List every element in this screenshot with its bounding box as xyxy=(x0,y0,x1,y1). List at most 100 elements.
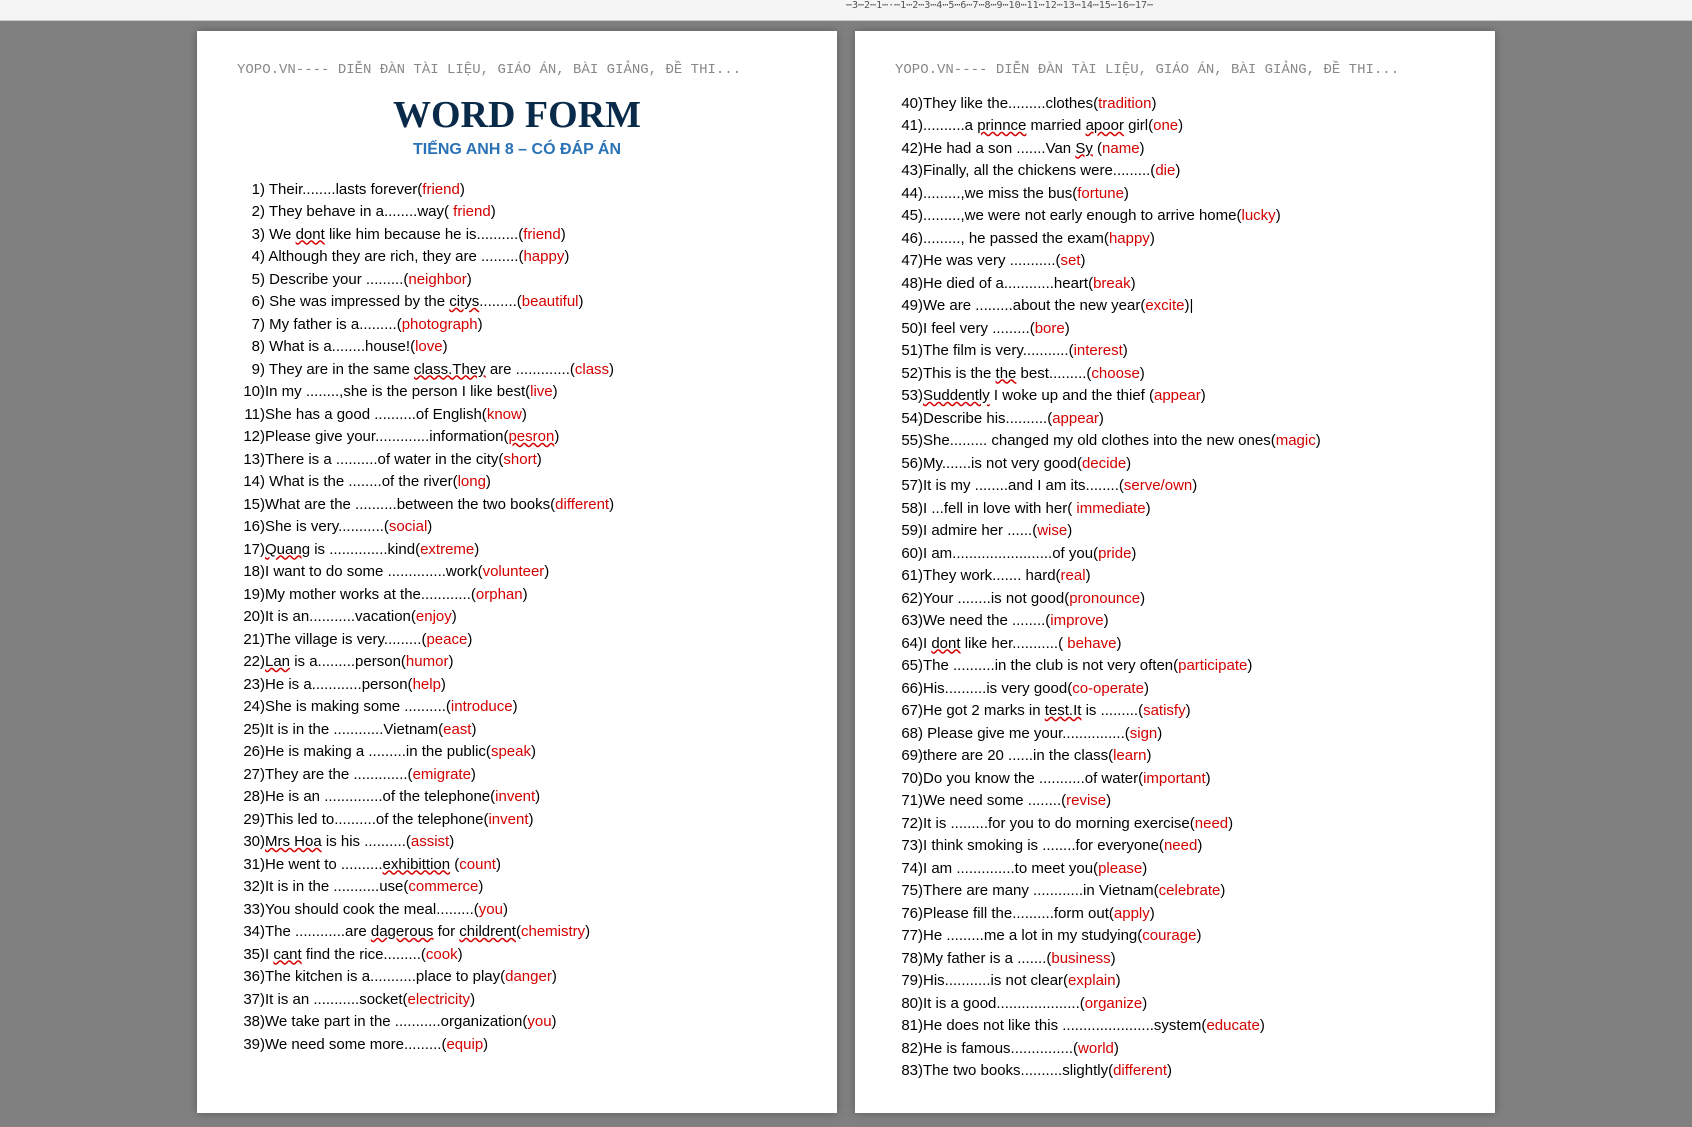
sentence-text: There are many ............in Vietnam( xyxy=(923,882,1159,899)
item-number: 38) xyxy=(237,1011,265,1034)
answer-word: count xyxy=(459,856,496,873)
answer-word: one xyxy=(1153,117,1178,134)
sentence-text: I think smoking is ........for everyone( xyxy=(923,837,1164,854)
exercise-row: 44).........,we miss the bus(fortune) xyxy=(895,183,1455,206)
exercise-row: 28)He is an ..............of the telepho… xyxy=(237,786,797,809)
answer-word: die xyxy=(1155,162,1175,179)
answer-word: learn xyxy=(1113,747,1146,764)
item-number: 52) xyxy=(895,363,923,386)
item-number: 56) xyxy=(895,453,923,476)
answer-word: chemistry xyxy=(521,923,585,940)
item-number: 46) xyxy=(895,228,923,251)
exercise-row: 24)She is making some ..........(introdu… xyxy=(237,696,797,719)
sentence-text: She is very...........( xyxy=(265,518,389,535)
sentence-text: She is making some ..........( xyxy=(265,698,451,715)
sentence-text: ) xyxy=(1316,432,1321,449)
item-number: 1) xyxy=(237,179,265,202)
exercise-row: 23)He is a............person(help) xyxy=(237,674,797,697)
exercise-row: 41)..........a prinnce married apoor gir… xyxy=(895,115,1455,138)
item-number: 71) xyxy=(895,790,923,813)
item-number: 83) xyxy=(895,1060,923,1083)
sentence-text: ) xyxy=(1081,252,1086,269)
spellcheck-word: Suddently xyxy=(923,387,990,404)
exercise-row: 83)The two books..........slightly(diffe… xyxy=(895,1060,1455,1083)
sentence-text: .........( xyxy=(479,293,522,310)
exercise-row: 7) My father is a.........(photograph) xyxy=(237,314,797,337)
answer-word: choose xyxy=(1091,365,1139,382)
exercise-row: 64)I dont like her...........( behave) xyxy=(895,633,1455,656)
sentence-text: They are the .............( xyxy=(265,766,413,783)
exercise-row: 16)She is very...........(social) xyxy=(237,516,797,539)
item-number: 51) xyxy=(895,340,923,363)
sentence-text: ..........a xyxy=(923,117,977,134)
sentence-text: It is in the ...........use( xyxy=(265,878,408,895)
exercise-row: 69)there are 20 ......in the class(learn… xyxy=(895,745,1455,768)
sentence-text: ) xyxy=(537,451,542,468)
exercise-row: 46)........., he passed the exam(happy) xyxy=(895,228,1455,251)
sentence-text: ) xyxy=(609,496,614,513)
sentence-text: The ............are xyxy=(265,923,371,940)
answer-word: lucky xyxy=(1242,207,1276,224)
sentence-text: Describe his..........( xyxy=(923,410,1052,427)
item-number: 33) xyxy=(237,899,265,922)
exercise-row: 33)You should cook the meal.........(you… xyxy=(237,899,797,922)
answer-word: magic xyxy=(1276,432,1316,449)
exercise-row: 59)I admire her ......(wise) xyxy=(895,520,1455,543)
sentence-text: best.........( xyxy=(1016,365,1091,382)
item-number: 67) xyxy=(895,700,923,723)
sentence-text: ) xyxy=(1192,477,1197,494)
answer-word: volunteer xyxy=(483,563,545,580)
answer-word: educate xyxy=(1206,1017,1259,1034)
item-number: 74) xyxy=(895,858,923,881)
answer-word: friend xyxy=(523,226,561,243)
item-number: 19) xyxy=(237,584,265,607)
sentence-text: ) xyxy=(1065,320,1070,337)
sentence-text: This is the xyxy=(923,365,996,382)
answer-word: co-operate xyxy=(1072,680,1144,697)
sentence-text: I admire her ......( xyxy=(923,522,1037,539)
sentence-text: is a.........person( xyxy=(290,653,406,670)
sentence-text: ) xyxy=(522,406,527,423)
sentence-text: Your ........is not good( xyxy=(923,590,1069,607)
exercise-row: 18)I want to do some ..............work(… xyxy=(237,561,797,584)
spellcheck-word: apoor xyxy=(1086,117,1124,134)
exercise-row: 52)This is the the best.........(choose) xyxy=(895,363,1455,386)
sentence-text: ) xyxy=(467,271,472,288)
sentence-text: He .........me a lot in my studying( xyxy=(923,927,1142,944)
document-workspace: YOPO.VN---- DIỄN ĐÀN TÀI LIỆU, GIÁO ÁN, … xyxy=(0,21,1692,1123)
exercise-row: 1) Their........lasts forever(friend) xyxy=(237,179,797,202)
answer-word: social xyxy=(389,518,427,535)
exercise-row: 20)It is an...........vacation(enjoy) xyxy=(237,606,797,629)
sentence-text: He does not like this ..................… xyxy=(923,1017,1206,1034)
answer-word: live xyxy=(530,383,553,400)
answer-word: business xyxy=(1051,950,1110,967)
item-number: 27) xyxy=(237,764,265,787)
item-number: 23) xyxy=(237,674,265,697)
item-number: 43) xyxy=(895,160,923,183)
answer-word: tradition xyxy=(1098,95,1151,112)
answer-word: equip xyxy=(446,1036,483,1053)
sentence-text: ) xyxy=(1197,837,1202,854)
answer-word: neighbor xyxy=(408,271,466,288)
exercise-row: 6) She was impressed by the citys.......… xyxy=(237,291,797,314)
answer-word: please xyxy=(1098,860,1142,877)
document-subtitle: TIẾNG ANH 8 – CÓ ĐÁP ÁN xyxy=(237,141,797,159)
sentence-text: find the rice.........( xyxy=(302,946,426,963)
answer-word: love xyxy=(415,338,443,355)
item-number: 18) xyxy=(237,561,265,584)
exercise-row: 57)It is my ........and I am its........… xyxy=(895,475,1455,498)
answer-word: long xyxy=(458,473,486,490)
answer-word: invent xyxy=(495,788,535,805)
sentence-text: The kitchen is a...........place to play… xyxy=(265,968,505,985)
sentence-text: )| xyxy=(1185,297,1194,314)
answer-word: class xyxy=(575,361,609,378)
answer-word: electricity xyxy=(408,991,471,1008)
exercise-row: 15)What are the ..........between the tw… xyxy=(237,494,797,517)
item-number: 44) xyxy=(895,183,923,206)
item-number: 21) xyxy=(237,629,265,652)
exercise-row: 53)Suddently I woke up and the thief (ap… xyxy=(895,385,1455,408)
exercise-row: 10)In my ........,she is the person I li… xyxy=(237,381,797,404)
page-header: YOPO.VN---- DIỄN ĐÀN TÀI LIỆU, GIÁO ÁN, … xyxy=(237,61,797,81)
answer-word: you xyxy=(479,901,503,918)
sentence-text: ) xyxy=(552,968,557,985)
